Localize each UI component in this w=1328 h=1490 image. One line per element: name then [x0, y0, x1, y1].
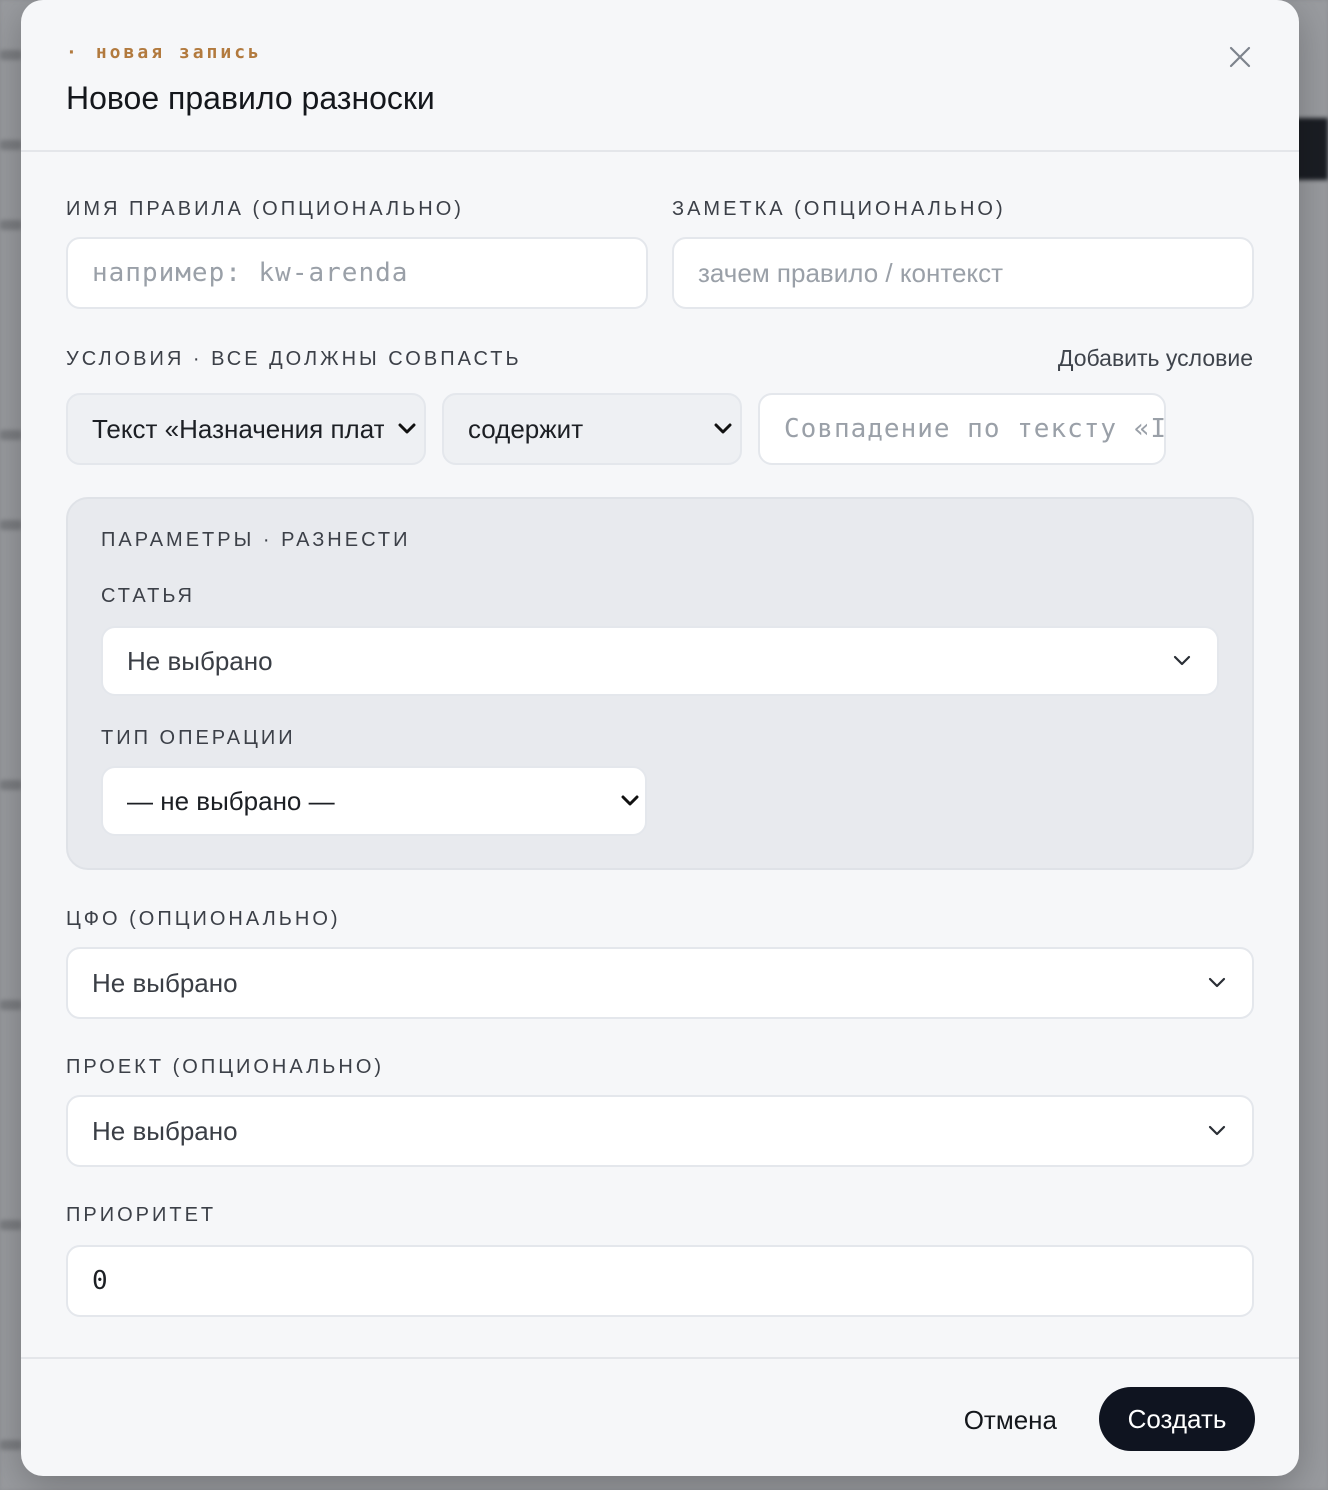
eyebrow-dot: · [66, 42, 80, 63]
chevron-down-icon [1173, 655, 1191, 666]
rule-name-input[interactable]: например: kw-arenda [66, 237, 648, 309]
condition-field-value: Текст «Назначения платежа» [92, 413, 384, 444]
cfo-label: ЦФО (ОПЦИОНАЛЬНО) [66, 908, 341, 930]
background-line [0, 520, 22, 530]
rule-name-label: ИМЯ ПРАВИЛА (ОПЦИОНАЛЬНО) [66, 198, 464, 220]
priority-input[interactable]: 0 [66, 1245, 1254, 1317]
background-line [0, 140, 22, 150]
condition-operator-value: содержит [468, 413, 584, 444]
background-line [0, 50, 22, 60]
background-line [0, 1440, 22, 1450]
condition-value-placeholder: Совпадение по тексту «I [784, 414, 1166, 444]
chevron-down-icon [398, 423, 416, 434]
conditions-label: УСЛОВИЯ · ВСЕ ДОЛЖНЫ СОВПАСТЬ [66, 348, 522, 370]
chevron-down-icon [621, 795, 639, 806]
cancel-button[interactable]: Отмена [964, 1389, 1057, 1451]
note-placeholder: зачем правило / контекст [698, 257, 1003, 288]
note-label: ЗАМЕТКА (ОПЦИОНАЛЬНО) [672, 198, 1006, 220]
new-rule-modal: · новая запись Новое правило разноски ИМ… [21, 0, 1299, 1476]
create-button[interactable]: Создать [1099, 1387, 1255, 1451]
project-select[interactable]: Не выбрано [66, 1095, 1254, 1167]
rule-name-placeholder: например: kw-arenda [92, 258, 409, 288]
modal-title: Новое правило разноски [66, 80, 435, 116]
params-panel: ПАРАМЕТРЫ · РАЗНЕСТИ СТАТЬЯ Не выбрано Т… [66, 497, 1254, 870]
add-condition-link[interactable]: Добавить условие [1058, 345, 1253, 372]
article-value: Не выбрано [127, 645, 273, 676]
project-value: Не выбрано [92, 1115, 238, 1146]
eyebrow-text: новая запись [95, 42, 262, 63]
params-label: ПАРАМЕТРЫ · РАЗНЕСТИ [101, 529, 411, 551]
modal-eyebrow: · новая запись [66, 42, 262, 63]
background-line [0, 780, 22, 790]
close-button[interactable] [1223, 40, 1257, 74]
project-label: ПРОЕКТ (ОПЦИОНАЛЬНО) [66, 1056, 385, 1078]
article-label: СТАТЬЯ [101, 585, 195, 607]
chevron-down-icon [714, 423, 732, 434]
operation-type-value: — не выбрано — [127, 785, 335, 816]
condition-operator-select[interactable]: содержит [442, 393, 742, 465]
background-line [0, 1220, 22, 1230]
condition-field-select[interactable]: Текст «Назначения платежа» [66, 393, 426, 465]
modal-footer: Отмена Создать [21, 1357, 1299, 1476]
condition-value-input[interactable]: Совпадение по тексту «I [758, 393, 1166, 465]
priority-value: 0 [92, 1266, 109, 1296]
background-line [0, 1000, 22, 1010]
priority-label: ПРИОРИТЕТ [66, 1204, 217, 1226]
close-icon [1229, 46, 1251, 68]
operation-type-select[interactable]: — не выбрано — [101, 766, 647, 836]
modal-header: · новая запись Новое правило разноски [21, 0, 1299, 152]
chevron-down-icon [1208, 977, 1226, 988]
cfo-select[interactable]: Не выбрано [66, 947, 1254, 1019]
background-line [0, 220, 22, 230]
operation-type-label: ТИП ОПЕРАЦИИ [101, 727, 296, 749]
article-select[interactable]: Не выбрано [101, 626, 1219, 696]
background-line [0, 430, 22, 440]
note-input[interactable]: зачем правило / контекст [672, 237, 1254, 309]
chevron-down-icon [1208, 1125, 1226, 1136]
cfo-value: Не выбрано [92, 967, 238, 998]
